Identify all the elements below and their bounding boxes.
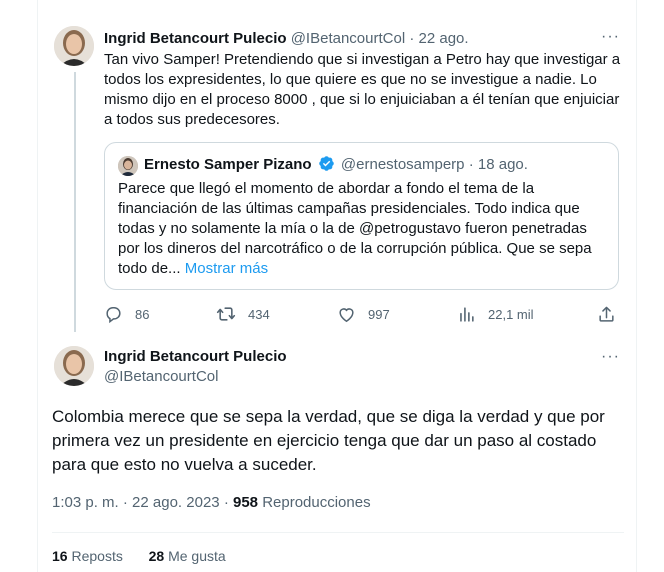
tweet-actions: 86 434 997 22,1 mil	[104, 300, 624, 328]
show-more-link[interactable]: Mostrar más	[185, 260, 268, 277]
main-tweet-header: Ingrid Betancourt Pulecio @IBetancourtCo…	[104, 347, 287, 387]
main-tweet-text: Colombia merece que se sepa la verdad, q…	[52, 407, 605, 474]
reply-tweet-text: Tan vivo Samper! Pretendiendo que si inv…	[104, 51, 621, 128]
reposts-stat[interactable]: 16 Reposts	[52, 548, 127, 564]
verified-badge-icon	[318, 155, 335, 178]
reply-icon	[106, 306, 121, 323]
quoted-header: Ernesto Samper Pizano @ernestosamperp · …	[144, 155, 528, 178]
views-count: 22,1 mil	[488, 306, 534, 322]
tweet-date[interactable]: 22 ago.	[419, 30, 469, 47]
separator: ·	[468, 156, 474, 173]
likes-count: 28	[148, 548, 165, 564]
more-icon[interactable]: ···	[601, 349, 620, 365]
separator: ·	[122, 494, 128, 511]
likes-stat[interactable]: 28 Me gusta	[149, 548, 226, 564]
views-chart-icon	[460, 306, 474, 322]
like-count: 997	[368, 306, 390, 322]
avatar[interactable]	[54, 346, 94, 386]
reposts-count: 16	[52, 548, 68, 564]
avatar[interactable]	[54, 26, 94, 66]
like-button[interactable]: 997	[337, 300, 390, 328]
tweet-meta: 1:03 p. m. · 22 ago. 2023 · 958 Reproduc…	[52, 493, 371, 513]
divider	[52, 532, 624, 533]
quoted-tweet[interactable]: Ernesto Samper Pizano @ernestosamperp · …	[104, 142, 619, 290]
avatar-image	[54, 26, 94, 66]
tweet-time[interactable]: 1:03 p. m.	[52, 494, 119, 511]
views-button[interactable]: 22,1 mil	[457, 300, 534, 328]
reposts-label: Reposts	[71, 548, 123, 564]
author-name[interactable]: Ingrid Betancourt Pulecio	[104, 30, 287, 47]
separator: ·	[223, 494, 229, 511]
retweet-count: 434	[248, 306, 270, 322]
reply-button[interactable]: 86	[104, 300, 149, 328]
share-button[interactable]	[597, 300, 628, 328]
quoted-author-name[interactable]: Ernesto Samper Pizano	[144, 156, 312, 173]
reply-tweet-header: Ingrid Betancourt Pulecio @IBetancourtCo…	[104, 29, 469, 49]
quoted-avatar-image	[118, 156, 138, 176]
author-handle[interactable]: @IBetancourtCol	[104, 367, 287, 387]
tweet-date[interactable]: 22 ago. 2023	[132, 494, 220, 511]
views-label: Reproducciones	[262, 494, 371, 511]
quoted-author-handle[interactable]: @ernestosamperp	[341, 156, 465, 173]
reply-count: 86	[135, 306, 150, 322]
tweet-stats: 16 Reposts 28 Me gusta	[52, 546, 226, 566]
thread-line	[74, 72, 76, 332]
avatar-image	[54, 346, 94, 386]
views-count: 958	[232, 494, 259, 511]
quoted-date[interactable]: 18 ago.	[478, 156, 528, 173]
author-name[interactable]: Ingrid Betancourt Pulecio	[104, 347, 287, 367]
author-handle[interactable]: @IBetancourtCol	[291, 30, 405, 47]
share-icon	[599, 306, 614, 322]
retweet-button[interactable]: 434	[216, 300, 270, 328]
more-icon[interactable]: ···	[601, 29, 620, 45]
likes-label: Me gusta	[168, 548, 226, 564]
retweet-icon	[216, 307, 236, 321]
quoted-text-block: Parece que llegó el momento de abordar a…	[118, 179, 608, 279]
separator: ·	[409, 30, 415, 47]
heart-icon	[339, 307, 354, 322]
quoted-avatar	[118, 156, 138, 176]
